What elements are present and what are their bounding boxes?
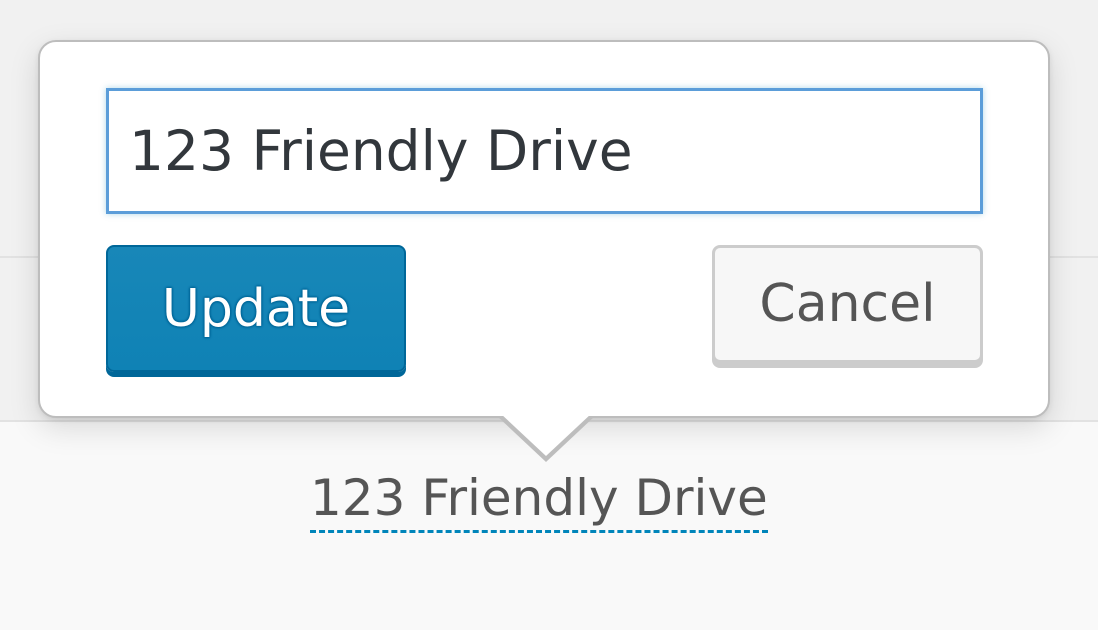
address-display-link[interactable]: 123 Friendly Drive [310, 468, 768, 533]
update-button[interactable]: Update [106, 245, 406, 372]
cancel-button[interactable]: Cancel [712, 245, 983, 363]
address-input[interactable] [106, 88, 983, 214]
popover-arrow [500, 413, 592, 456]
